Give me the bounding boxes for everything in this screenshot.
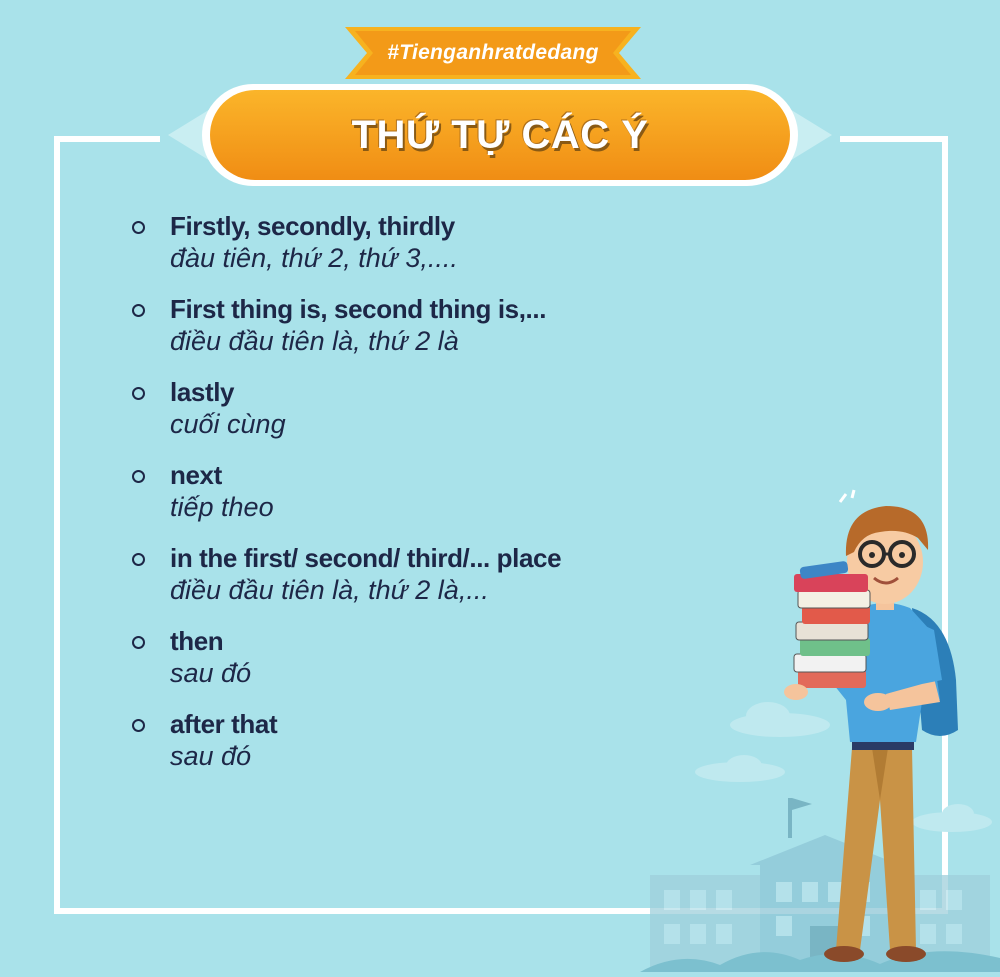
list-item: after that sau đó — [130, 708, 690, 791]
list-item: Firstly, secondly, thirdly đàu tiên, thứ… — [130, 210, 690, 293]
english-phrase: lastly — [170, 377, 235, 407]
books-stack-icon — [793, 561, 871, 688]
page-title: THỨ TỰ CÁC Ý — [351, 112, 649, 157]
vietnamese-meaning: sau đó — [170, 741, 252, 771]
bullet-circle-icon — [132, 719, 145, 732]
english-phrase: then — [170, 626, 224, 656]
vietnamese-meaning: điều đầu tiên là, thứ 2 là — [170, 326, 459, 356]
bullet-circle-icon — [132, 636, 145, 649]
vietnamese-meaning: tiếp theo — [170, 492, 274, 522]
list-item: then sau đó — [130, 625, 690, 708]
hashtag-banner: #Tienganhratdedang — [345, 27, 641, 79]
title-banner: THỨ TỰ CÁC Ý — [168, 78, 832, 192]
vietnamese-meaning: điều đầu tiên là, thứ 2 là,... — [170, 575, 489, 605]
english-phrase: in the first/ second/ third/... place — [170, 543, 562, 573]
student-with-books-icon — [640, 489, 1000, 972]
hashtag-text: #Tienganhratdedang — [387, 41, 599, 64]
english-phrase: Firstly, secondly, thirdly — [170, 211, 455, 241]
list-item: First thing is, second thing is,... điều… — [130, 293, 690, 376]
english-phrase: First thing is, second thing is,... — [170, 294, 547, 324]
bullet-circle-icon — [132, 387, 145, 400]
student-illustration — [640, 480, 1000, 972]
phrase-list: Firstly, secondly, thirdly đàu tiên, thứ… — [130, 210, 690, 791]
bullet-circle-icon — [132, 553, 145, 566]
bullet-circle-icon — [132, 470, 145, 483]
list-item: next tiếp theo — [130, 459, 690, 542]
bullet-circle-icon — [132, 304, 145, 317]
english-phrase: after that — [170, 709, 278, 739]
vietnamese-meaning: cuối cùng — [170, 409, 286, 439]
vietnamese-meaning: đàu tiên, thứ 2, thứ 3,.... — [170, 243, 458, 273]
english-phrase: next — [170, 460, 222, 490]
list-item: in the first/ second/ third/... place đi… — [130, 542, 690, 625]
bullet-circle-icon — [132, 221, 145, 234]
list-item: lastly cuối cùng — [130, 376, 690, 459]
vietnamese-meaning: sau đó — [170, 658, 252, 688]
